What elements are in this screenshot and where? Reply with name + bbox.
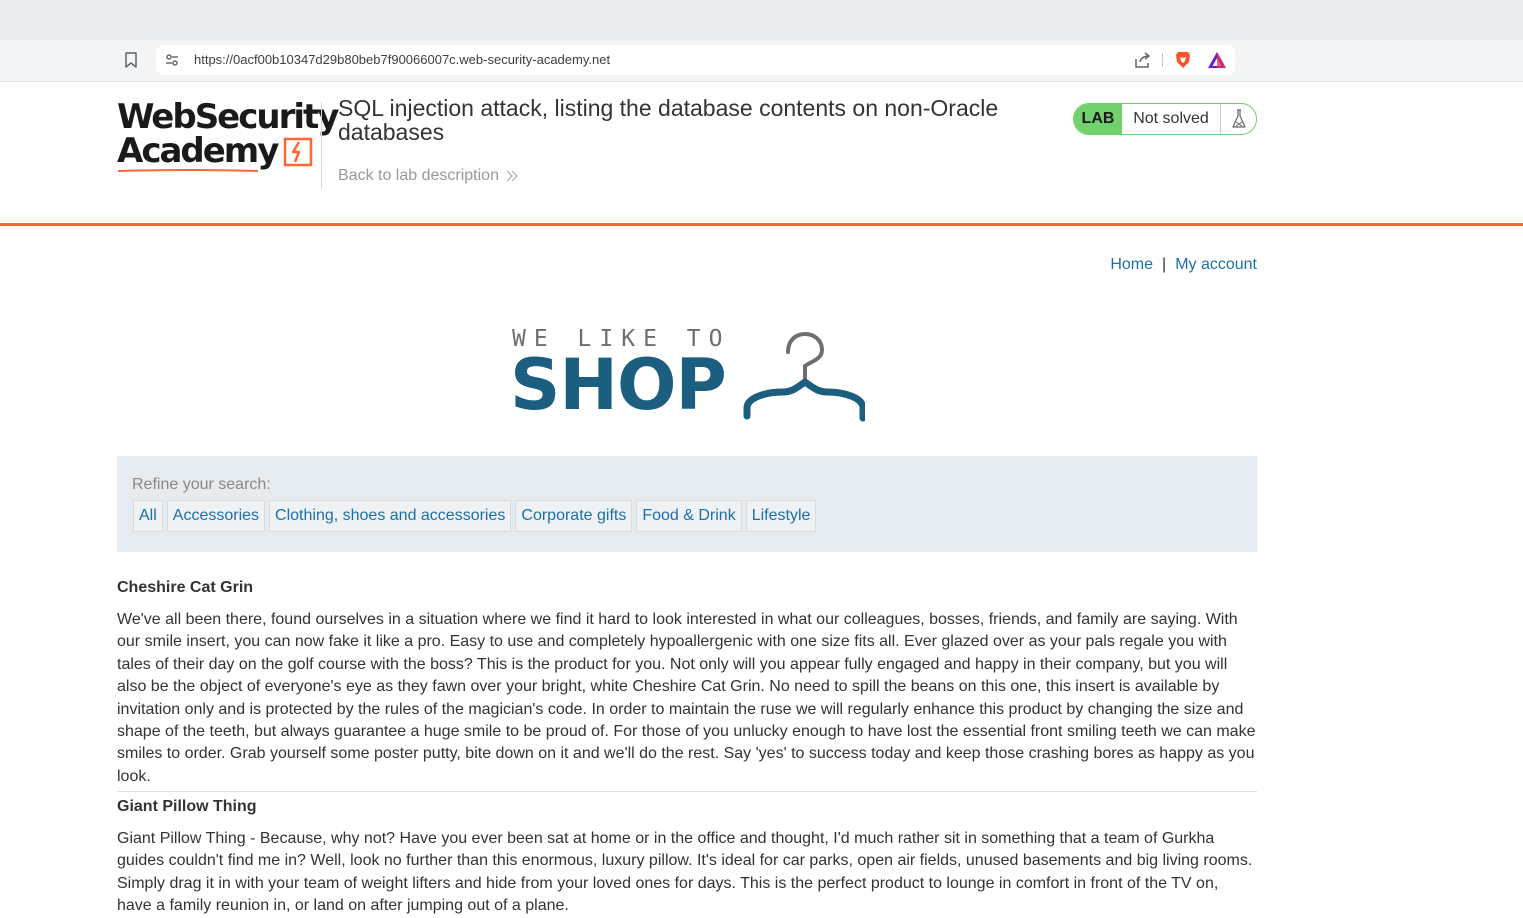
logo-line-1: WebSecurity <box>117 97 339 137</box>
product-name: Giant Pillow Thing <box>117 798 257 815</box>
address-bar-separator <box>1162 53 1163 67</box>
filter-panel: Refine your search: All Accessories Clot… <box>117 456 1257 552</box>
lab-status-text: Not solved <box>1122 104 1221 134</box>
product-item: Cheshire Cat Grin We've all been there, … <box>117 579 1257 788</box>
logo-lightning-icon <box>284 137 313 167</box>
back-link-label[interactable]: Back to lab description <box>338 167 499 185</box>
shop-logo-word: SHOP <box>510 344 727 426</box>
header-orange-rule <box>0 223 1523 226</box>
filter-list: All Accessories Clothing, shoes and acce… <box>133 500 817 532</box>
clothes-hanger-icon <box>743 331 865 422</box>
flask-icon <box>1221 104 1256 134</box>
url-text[interactable]: https://0acf00b10347d29b80beb7f90066007c… <box>194 52 610 67</box>
product-description: Giant Pillow Thing - Because, why not? H… <box>117 830 1253 915</box>
filter-clothing[interactable]: Clothing, shoes and accessories <box>269 500 512 532</box>
site-info-icon[interactable] <box>164 52 180 68</box>
filter-accessories[interactable]: Accessories <box>166 500 266 532</box>
shop-logo: WE LIKE TO SHOP <box>510 322 865 422</box>
top-nav: Home | My account <box>1110 256 1257 274</box>
browser-toolbar: https://0acf00b10347d29b80beb7f90066007c… <box>0 40 1523 82</box>
filter-corporate-gifts[interactable]: Corporate gifts <box>515 500 633 532</box>
filter-all[interactable]: All <box>133 500 163 532</box>
filter-lifestyle[interactable]: Lifestyle <box>745 500 817 532</box>
product-divider <box>117 791 1257 792</box>
filter-food-drink[interactable]: Food & Drink <box>636 500 742 532</box>
my-account-link[interactable]: My account <box>1175 256 1257 273</box>
filter-label: Refine your search: <box>132 476 271 493</box>
product-item: Giant Pillow Thing Giant Pillow Thing - … <box>117 798 1257 918</box>
logo-underline <box>118 169 258 172</box>
header-divider <box>321 102 322 188</box>
lab-title: SQL injection attack, listing the databa… <box>338 95 999 145</box>
back-to-lab-description-link[interactable]: Back to lab description <box>338 167 519 185</box>
bookmark-icon[interactable] <box>121 50 141 70</box>
double-chevron-right-icon <box>506 170 518 182</box>
brave-shields-icon[interactable] <box>1173 50 1193 70</box>
product-name: Cheshire Cat Grin <box>117 579 254 596</box>
share-icon[interactable] <box>1133 51 1151 69</box>
product-description: We've all been there, found ourselves in… <box>117 611 1256 785</box>
nav-separator: | <box>1162 256 1167 273</box>
lab-badge: LAB <box>1074 104 1122 134</box>
address-bar[interactable]: https://0acf00b10347d29b80beb7f90066007c… <box>156 45 1235 75</box>
lab-status-widget: LAB Not solved <box>1073 103 1257 135</box>
brave-rewards-icon[interactable] <box>1207 51 1227 69</box>
web-security-academy-logo[interactable]: WebSecurity Academy <box>117 97 339 180</box>
home-link[interactable]: Home <box>1110 256 1153 273</box>
logo-line-2: Academy <box>117 131 279 171</box>
browser-tab-strip <box>0 0 1523 40</box>
